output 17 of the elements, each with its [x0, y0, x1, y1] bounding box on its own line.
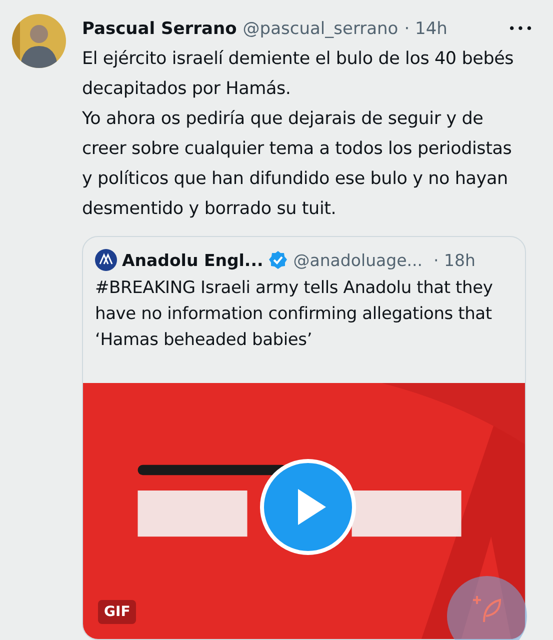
author-name[interactable]: Pascual Serrano	[82, 19, 237, 39]
quoted-text: #BREAKING Israeli army tells Anadolu that they have no information confirming allegations that ‘Hamas beheaded babies’	[94, 277, 494, 352]
quoted-post-card[interactable]: Anadolu Engl... @anadoluage... · 18h #BREAKING Israeli army tells Anadolu that they have no information confirming allegations that ‘Hamas beheaded babies’ GIF	[82, 236, 526, 640]
logo-icon	[95, 249, 117, 271]
quoted-time[interactable]: · 18h	[434, 250, 476, 270]
feather-plus-icon	[470, 594, 504, 624]
post-time[interactable]: · 14h	[404, 19, 448, 39]
author-handle[interactable]: @pascual_serrano	[242, 19, 398, 39]
more-button[interactable]: •••	[508, 22, 534, 36]
quoted-author[interactable]: Anadolu Engl...	[122, 250, 264, 270]
compose-button[interactable]	[447, 576, 527, 640]
avatar[interactable]	[12, 14, 66, 68]
gif-badge: GIF	[98, 600, 136, 624]
post-text: Yo ahora os pediría que dejarais de seguir y de creer sobre cualquier tema a todos los periodistas y políticos que han difundido ese bulo y no hayan desmentido y borrado su tuit.	[82, 108, 513, 221]
quoted-handle[interactable]: @anadoluage...	[293, 250, 422, 270]
play-button[interactable]	[260, 459, 356, 555]
post-text: El ejército israelí demiente el bulo de los 40 bebés decapitados por Hamás.	[82, 48, 515, 101]
